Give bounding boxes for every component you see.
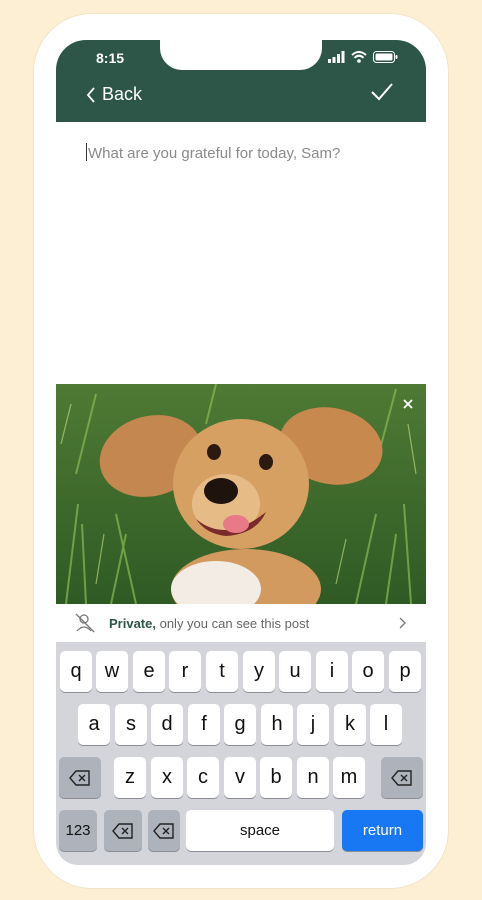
backspace-icon [391, 769, 412, 786]
app-screen: 8:15 Back What are you grateful for toda… [56, 40, 426, 865]
backspace-icon [69, 769, 90, 786]
key-d[interactable]: d [151, 704, 183, 745]
wifi-icon [351, 51, 367, 63]
privacy-title: Private, [109, 615, 156, 631]
key-a[interactable]: a [78, 704, 110, 745]
key-i[interactable]: i [316, 651, 348, 692]
attached-photo [56, 384, 426, 604]
key-e[interactable]: e [133, 651, 165, 692]
backspace-key[interactable] [381, 757, 423, 798]
dog-photo [56, 384, 426, 604]
key-v[interactable]: v [224, 757, 256, 798]
back-label: Back [102, 84, 143, 104]
status-icons [328, 49, 398, 65]
key-t[interactable]: t [206, 651, 238, 692]
key-j[interactable]: j [297, 704, 329, 745]
key-f[interactable]: f [188, 704, 220, 745]
text-cursor [86, 143, 87, 161]
privacy-text: Private, only you can see this post [109, 616, 309, 631]
key-c[interactable]: c [187, 757, 219, 798]
backspace-icon [153, 822, 174, 839]
checkmark-icon[interactable] [370, 82, 394, 102]
key-z[interactable]: z [114, 757, 146, 798]
key-g[interactable]: g [224, 704, 256, 745]
battery-icon [373, 51, 398, 63]
privacy-setting-row[interactable]: Private, only you can see this post [56, 604, 426, 642]
key-y[interactable]: y [243, 651, 275, 692]
numbers-key[interactable]: 123 [59, 810, 97, 851]
key-w[interactable]: w [96, 651, 128, 692]
post-text-input[interactable]: What are you grateful for today, Sam? [86, 143, 406, 162]
key-p[interactable]: p [389, 651, 421, 692]
privacy-description: only you can see this post [155, 615, 310, 631]
key-h[interactable]: h [261, 704, 293, 745]
backspace-icon [112, 822, 133, 839]
backspace-key-left[interactable] [59, 757, 101, 798]
header-bar: 8:15 Back [56, 40, 426, 122]
key-o[interactable]: o [352, 651, 384, 692]
private-icon [75, 613, 95, 633]
key-b[interactable]: b [260, 757, 292, 798]
status-time: 8:15 [96, 50, 125, 66]
key-q[interactable]: q [60, 651, 92, 692]
composer-placeholder: What are you grateful for today, Sam? [88, 145, 341, 162]
signal-icon [328, 51, 345, 63]
key-n[interactable]: n [297, 757, 329, 798]
key-u[interactable]: u [279, 651, 311, 692]
return-key[interactable]: return [342, 810, 423, 851]
key-s[interactable]: s [115, 704, 147, 745]
key-x[interactable]: x [151, 757, 183, 798]
key-k[interactable]: k [334, 704, 366, 745]
device-notch [160, 40, 322, 70]
chevron-left-icon [86, 86, 95, 103]
chevron-right-icon [399, 617, 406, 629]
keyboard: q w e r t y u i o p a s d f g h j k l z … [56, 642, 426, 865]
backspace-key-bottom-2[interactable] [148, 810, 180, 851]
back-button[interactable]: Back [86, 84, 142, 105]
space-key[interactable]: space [186, 810, 334, 851]
key-l[interactable]: l [370, 704, 402, 745]
key-m[interactable]: m [333, 757, 365, 798]
key-r[interactable]: r [169, 651, 201, 692]
backspace-key-bottom[interactable] [104, 810, 142, 851]
